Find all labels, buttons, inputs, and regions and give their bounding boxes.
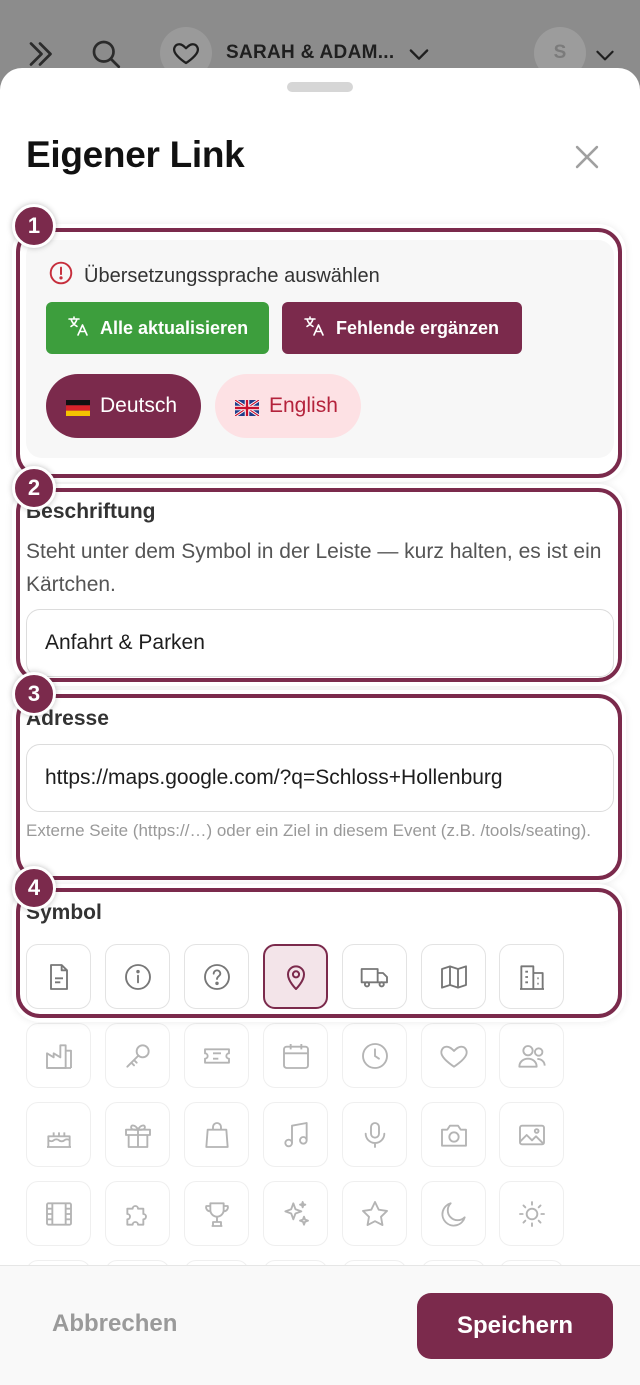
symbol-option-trophy[interactable] (184, 1181, 249, 1246)
symbol-option-shopping-bag[interactable] (184, 1102, 249, 1167)
sparkles-icon (283, 1200, 309, 1226)
symbol-option-heart[interactable] (421, 1023, 486, 1088)
symbol-option-ticket[interactable] (184, 1023, 249, 1088)
language-pill-english[interactable]: English (215, 374, 361, 438)
symbol-option-moon[interactable] (421, 1181, 486, 1246)
caption-help-text: Steht unter dem Symbol in der Leiste — k… (26, 540, 602, 596)
expand-sidebar-icon[interactable] (22, 36, 58, 72)
sheet-footer: Abbrechen Speichern (0, 1265, 640, 1385)
symbol-option-camera[interactable] (421, 1102, 486, 1167)
symbol-option-sun[interactable] (499, 1181, 564, 1246)
symbol-option-building[interactable] (499, 944, 564, 1009)
cake-icon (46, 1131, 71, 1148)
highlight-badge-2: 2 (12, 466, 56, 510)
info-icon (124, 963, 151, 990)
uk-flag-icon (234, 398, 260, 418)
camera-icon (440, 1124, 467, 1147)
building-icon (519, 964, 544, 990)
fill-missing-label: Fehlende ergänzen (336, 317, 500, 338)
address-help-text: Externe Seite (https://…) oder ein Ziel … (26, 821, 592, 840)
shopping-bag-icon (204, 1121, 229, 1148)
search-icon[interactable] (88, 36, 124, 72)
symbol-option-info[interactable] (105, 944, 170, 1009)
image-icon (518, 1124, 545, 1145)
translate-icon (66, 314, 90, 343)
alert-circle-icon (48, 260, 74, 292)
translation-warning-text: Übersetzungssprache auswählen (84, 264, 380, 287)
map-pin-icon (286, 964, 305, 990)
help-icon (203, 963, 230, 990)
sheet-grabber[interactable] (287, 82, 353, 92)
highlight-badge-4: 4 (12, 866, 56, 910)
truck-icon (360, 967, 388, 987)
translation-warning: Übersetzungssprache auswählen (48, 260, 380, 292)
symbol-option-star[interactable] (342, 1181, 407, 1246)
moon-icon (441, 1201, 466, 1226)
calendar-icon (282, 1043, 309, 1069)
sun-icon (518, 1200, 545, 1227)
event-title[interactable]: SARAH & ADAM... (226, 42, 394, 64)
translation-panel: Übersetzungssprache auswählen Alle aktua… (26, 240, 614, 458)
symbol-option-clock[interactable] (342, 1023, 407, 1088)
ticket-icon (203, 1047, 230, 1064)
close-icon[interactable] (570, 140, 604, 174)
document-icon (49, 963, 68, 990)
symbol-option-map-pin[interactable] (263, 944, 328, 1009)
microphone-icon (364, 1121, 385, 1148)
german-flag-icon (66, 398, 90, 416)
symbol-option-truck[interactable] (342, 944, 407, 1009)
address-input[interactable]: https://maps.google.com/?q=Schloss+Holle… (26, 744, 614, 812)
highlight-badge-3: 3 (12, 672, 56, 716)
symbol-option-factory[interactable] (26, 1023, 91, 1088)
symbol-option-image[interactable] (499, 1102, 564, 1167)
symbol-option-sparkles[interactable] (263, 1181, 328, 1246)
puzzle-icon (125, 1204, 147, 1226)
users-icon (517, 1044, 546, 1068)
film-icon (45, 1201, 72, 1226)
cancel-button[interactable]: Abbrechen (52, 1310, 177, 1338)
update-all-label: Alle aktualisieren (100, 317, 249, 338)
star-icon (361, 1200, 388, 1226)
user-menu-chevron-icon[interactable] (592, 42, 618, 68)
symbol-option-microphone[interactable] (342, 1102, 407, 1167)
gift-icon (124, 1124, 151, 1148)
custom-link-sheet: Eigener Link Übersetzungssprache auswähl… (0, 68, 640, 1385)
language-label: Deutsch (100, 394, 178, 417)
symbol-option-gift[interactable] (105, 1102, 170, 1167)
symbol-option-music[interactable] (263, 1102, 328, 1167)
save-button[interactable]: Speichern (417, 1293, 613, 1359)
symbol-option-document[interactable] (26, 944, 91, 1009)
symbol-option-help[interactable] (184, 944, 249, 1009)
language-label: English (269, 394, 338, 417)
translate-icon (302, 314, 326, 343)
highlight-badge-1: 1 (12, 204, 56, 248)
update-all-button[interactable]: Alle aktualisieren (46, 302, 269, 354)
symbol-option-calendar[interactable] (263, 1023, 328, 1088)
symbol-option-film[interactable] (26, 1181, 91, 1246)
symbol-option-cake[interactable] (26, 1102, 91, 1167)
caption-input[interactable]: Anfahrt & Parken (26, 609, 614, 677)
heart-icon (439, 1045, 468, 1068)
sheet-title: Eigener Link (26, 134, 245, 175)
map-icon (440, 964, 467, 989)
factory-icon (45, 1043, 72, 1069)
event-switcher-chevron-icon[interactable] (405, 40, 433, 68)
fill-missing-button[interactable]: Fehlende ergänzen (282, 302, 522, 354)
symbol-option-users[interactable] (499, 1023, 564, 1088)
symbol-option-map[interactable] (421, 944, 486, 1009)
music-icon (283, 1121, 308, 1147)
key-icon (125, 1043, 150, 1068)
trophy-icon (204, 1201, 229, 1227)
symbol-option-puzzle[interactable] (105, 1181, 170, 1246)
symbol-option-key[interactable] (105, 1023, 170, 1088)
language-pill-deutsch[interactable]: Deutsch (46, 374, 201, 438)
clock-icon (361, 1042, 388, 1069)
